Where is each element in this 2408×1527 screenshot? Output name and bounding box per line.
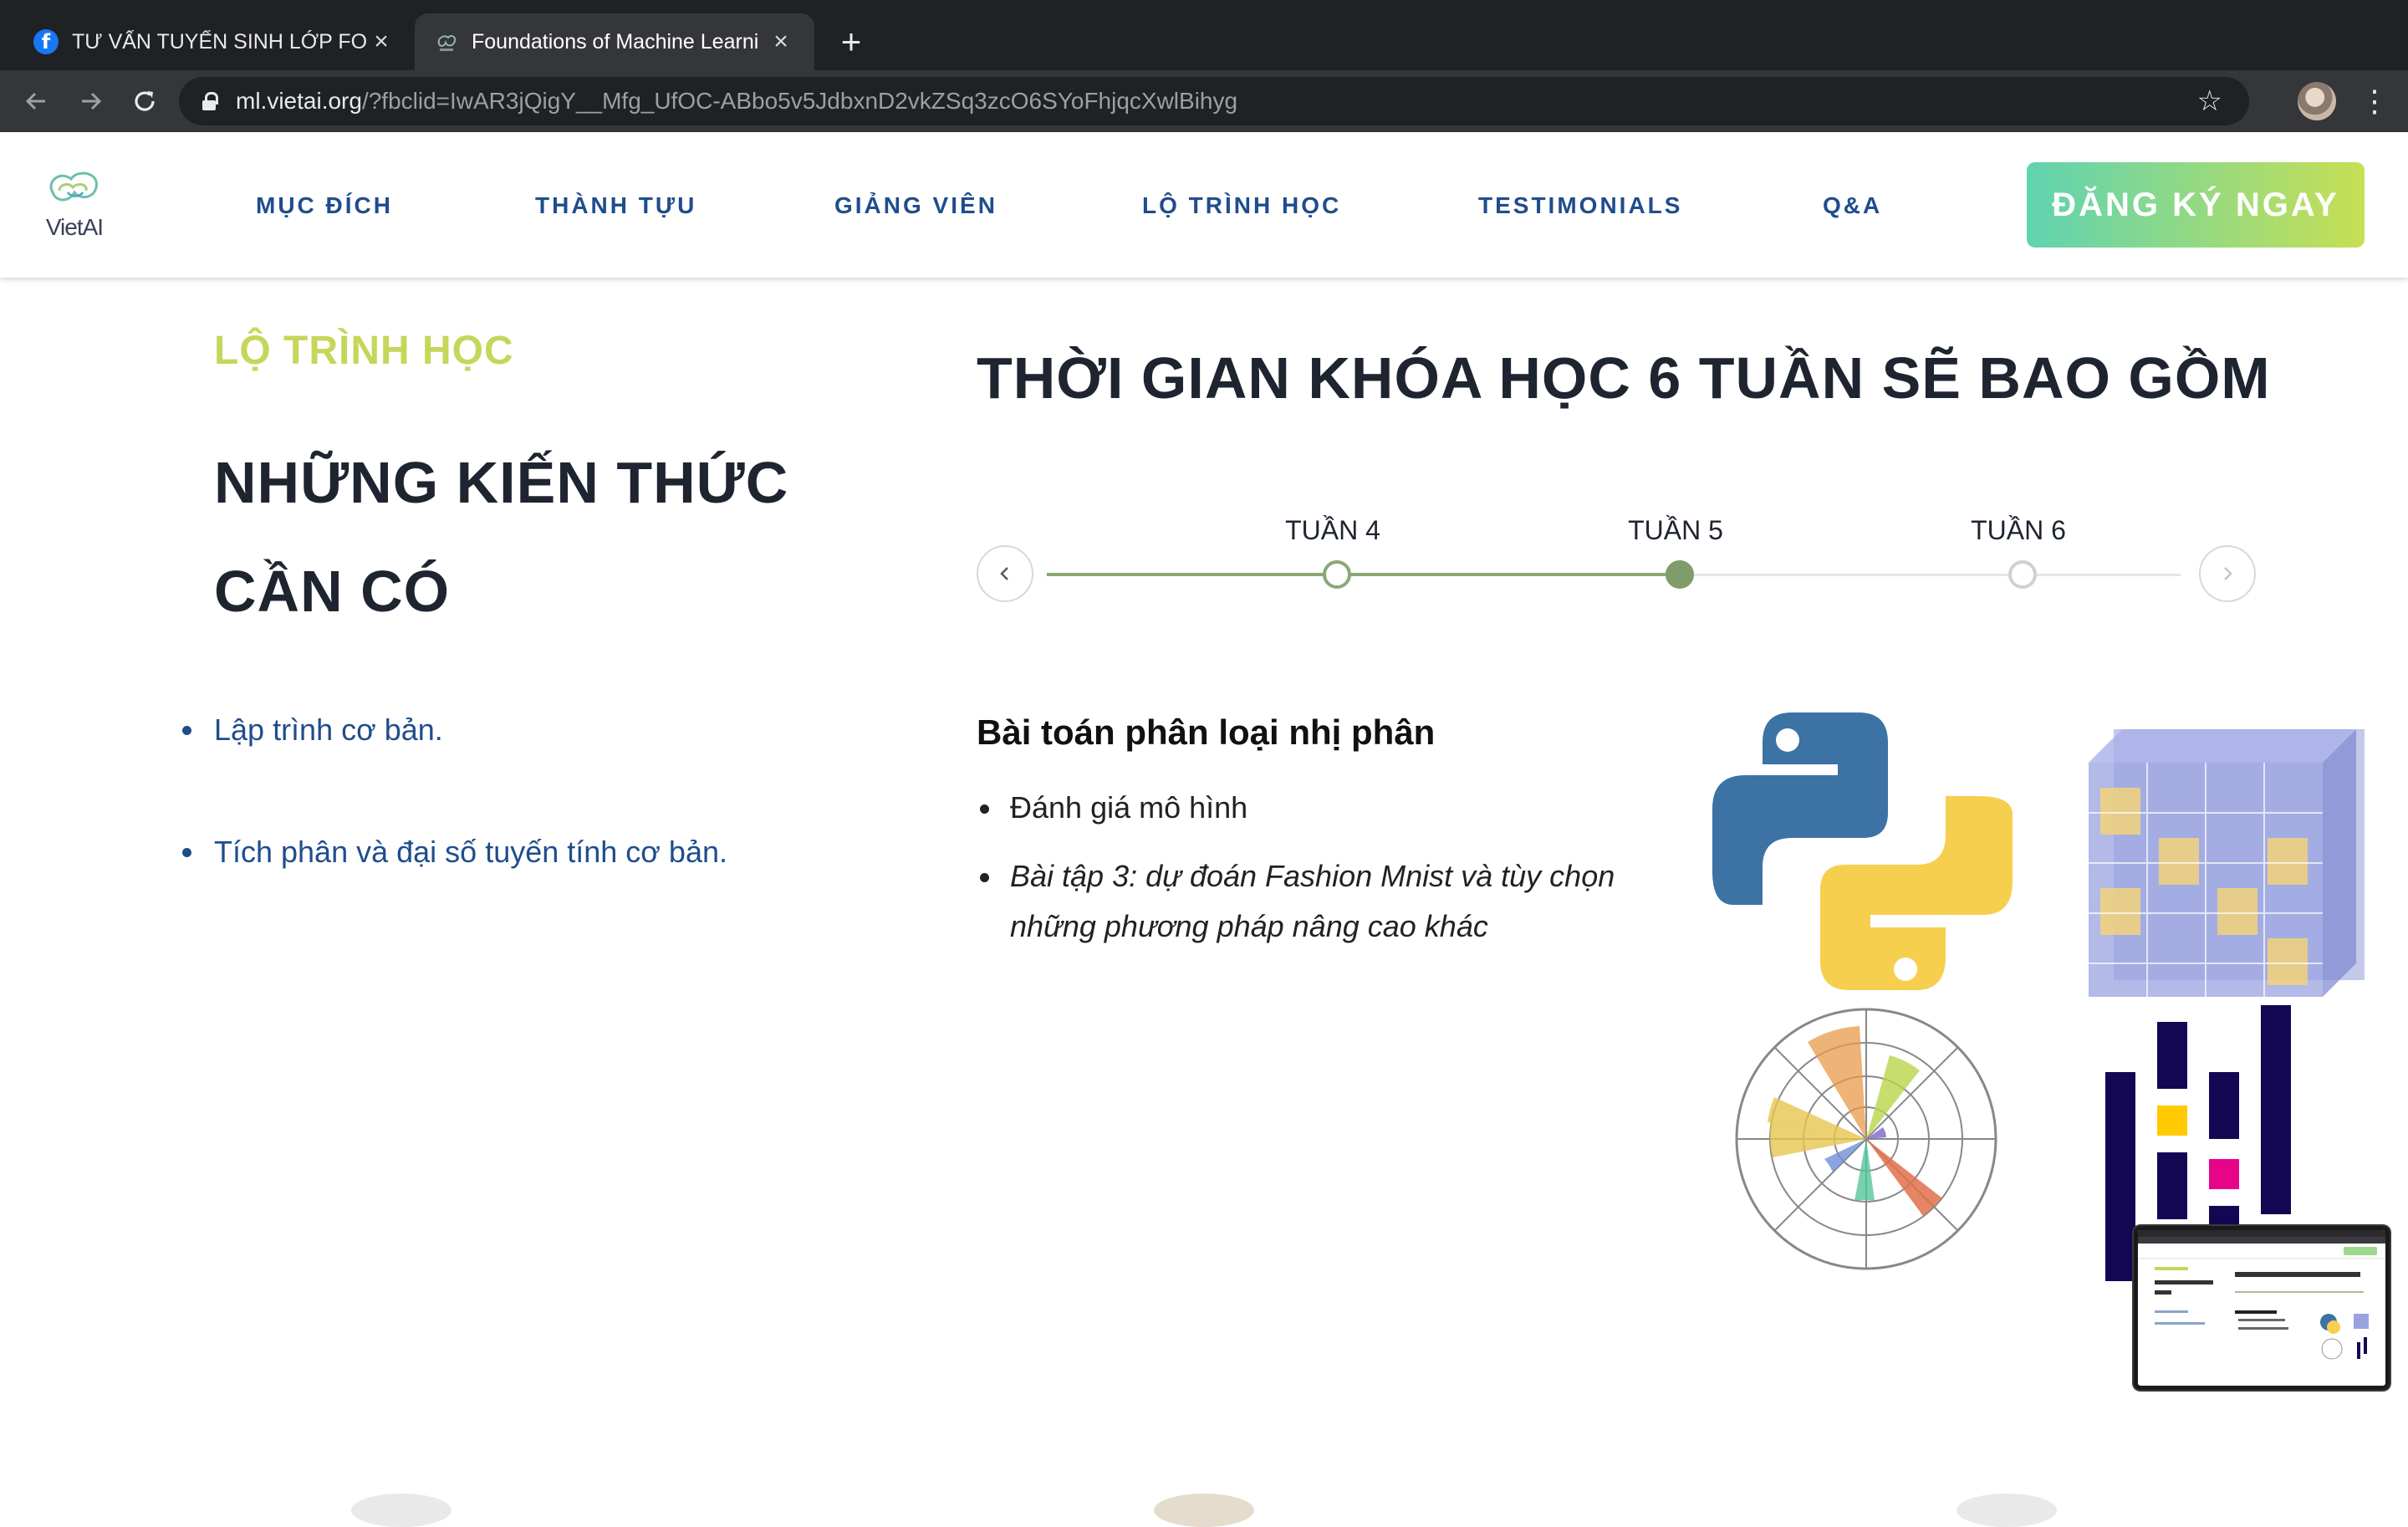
avatar xyxy=(1956,1494,2057,1527)
section-label: LỘ TRÌNH HỌC xyxy=(214,329,514,373)
avatar xyxy=(1154,1494,1254,1527)
week-label: TUẦN 6 xyxy=(1971,515,2066,545)
lesson-title: Bài toán phân loại nhị phân xyxy=(977,712,1436,752)
arrow-left-icon xyxy=(25,92,45,110)
week-timeline: TUẦN 4 TUẦN 5 TUẦN 6 xyxy=(977,515,2256,615)
list-item: Bài tập 3: dự đoán Fashion Mnist và tùy … xyxy=(980,851,1645,952)
browser-toolbar: ml.vietai.org/?fbclid=IwAR3jQigY__Mfg_Uf… xyxy=(0,70,2408,132)
nav-link-muc-dich[interactable]: MỤC ĐÍCH xyxy=(256,192,393,219)
nav-link-testimonials[interactable]: TESTIMONIALS xyxy=(1478,192,1682,219)
polar-bar-chart-icon xyxy=(1735,1008,1997,1270)
vietai-logo[interactable]: VietAI xyxy=(38,164,110,241)
reload-button[interactable] xyxy=(125,82,164,120)
avatar xyxy=(351,1494,452,1527)
week-point-4[interactable] xyxy=(1323,560,1351,589)
site-navbar: VietAI MỤC ĐÍCH THÀNH TỰU GIẢNG VIÊN LỘ … xyxy=(0,132,2408,278)
course-duration-heading: THỜI GIAN KHÓA HỌC 6 TUẦN SẼ BAO GỒM xyxy=(977,345,2271,411)
arrow-right-icon xyxy=(82,92,102,110)
tab-title: Foundations of Machine Learni xyxy=(472,29,759,54)
prerequisites-list: Lập trình cơ bản. Tích phân và đại số tu… xyxy=(182,711,933,955)
bookmark-star-icon[interactable]: ☆ xyxy=(2197,87,2222,115)
vietai-favicon-icon xyxy=(437,34,457,51)
week-label: TUẦN 5 xyxy=(1628,515,1723,545)
screenshot-preview-thumbnail[interactable] xyxy=(2134,1226,2390,1390)
address-bar[interactable]: ml.vietai.org/?fbclid=IwAR3jQigY__Mfg_Uf… xyxy=(179,77,2249,125)
url-text: ml.vietai.org/?fbclid=IwAR3jQigY__Mfg_Uf… xyxy=(236,88,1238,114)
nav-link-qa[interactable]: Q&A xyxy=(1823,192,1882,219)
forward-button[interactable] xyxy=(72,82,110,120)
chevron-left-icon xyxy=(1000,567,1008,580)
week-label: TUẦN 4 xyxy=(1285,515,1380,545)
lesson-illustrations xyxy=(1712,712,2365,1281)
list-item: Đánh giá mô hình xyxy=(980,783,1645,833)
nav-link-thanh-tuu[interactable]: THÀNH TỰU xyxy=(535,192,696,219)
tensor-cube-icon xyxy=(2089,729,2365,997)
list-item: Tích phân và đại số tuyến tính cơ bản. xyxy=(182,833,933,871)
new-tab-button[interactable]: + xyxy=(834,22,868,62)
list-item: Lập trình cơ bản. xyxy=(182,711,933,749)
nav-link-lo-trinh-hoc[interactable]: LỘ TRÌNH HỌC xyxy=(1142,192,1341,219)
timeline-progress xyxy=(1047,573,1681,576)
week-point-5[interactable] xyxy=(1666,560,1694,589)
facebook-icon: f xyxy=(33,29,59,54)
lesson-items: Đánh giá mô hình Bài tập 3: dự đoán Fash… xyxy=(980,783,1645,970)
prerequisites-heading: NHỮNG KIẾN THỨC CẦN CÓ xyxy=(214,450,789,624)
chevron-right-icon xyxy=(2224,567,2232,580)
browser-tabstrip: f TƯ VẤN TUYỂN SINH LỚP FOU × Foundation… xyxy=(0,0,2408,70)
register-now-button[interactable]: ĐĂNG KÝ NGAY xyxy=(2027,162,2365,248)
browser-tab-facebook[interactable]: f TƯ VẤN TUYỂN SINH LỚP FOU × xyxy=(13,13,415,70)
reload-icon xyxy=(135,91,155,111)
close-icon[interactable]: × xyxy=(768,28,794,56)
week-point-6[interactable] xyxy=(2008,560,2037,589)
python-logo-icon xyxy=(1712,712,2013,990)
timeline-prev-button[interactable] xyxy=(977,545,1033,602)
tab-title: TƯ VẤN TUYỂN SINH LỚP FOU xyxy=(72,29,368,54)
vietai-logo-icon xyxy=(49,171,98,202)
logo-text: VietAI xyxy=(45,214,104,240)
browser-tab-vietai[interactable]: Foundations of Machine Learni × xyxy=(415,13,814,70)
back-button[interactable] xyxy=(17,82,55,120)
more-menu-icon[interactable]: ⋮ xyxy=(2358,82,2391,120)
timeline-next-button[interactable] xyxy=(2199,545,2256,602)
profile-avatar[interactable] xyxy=(2298,82,2336,120)
nav-link-giang-vien[interactable]: GIẢNG VIÊN xyxy=(834,192,997,219)
lock-icon xyxy=(202,92,218,110)
close-icon[interactable]: × xyxy=(368,28,395,56)
